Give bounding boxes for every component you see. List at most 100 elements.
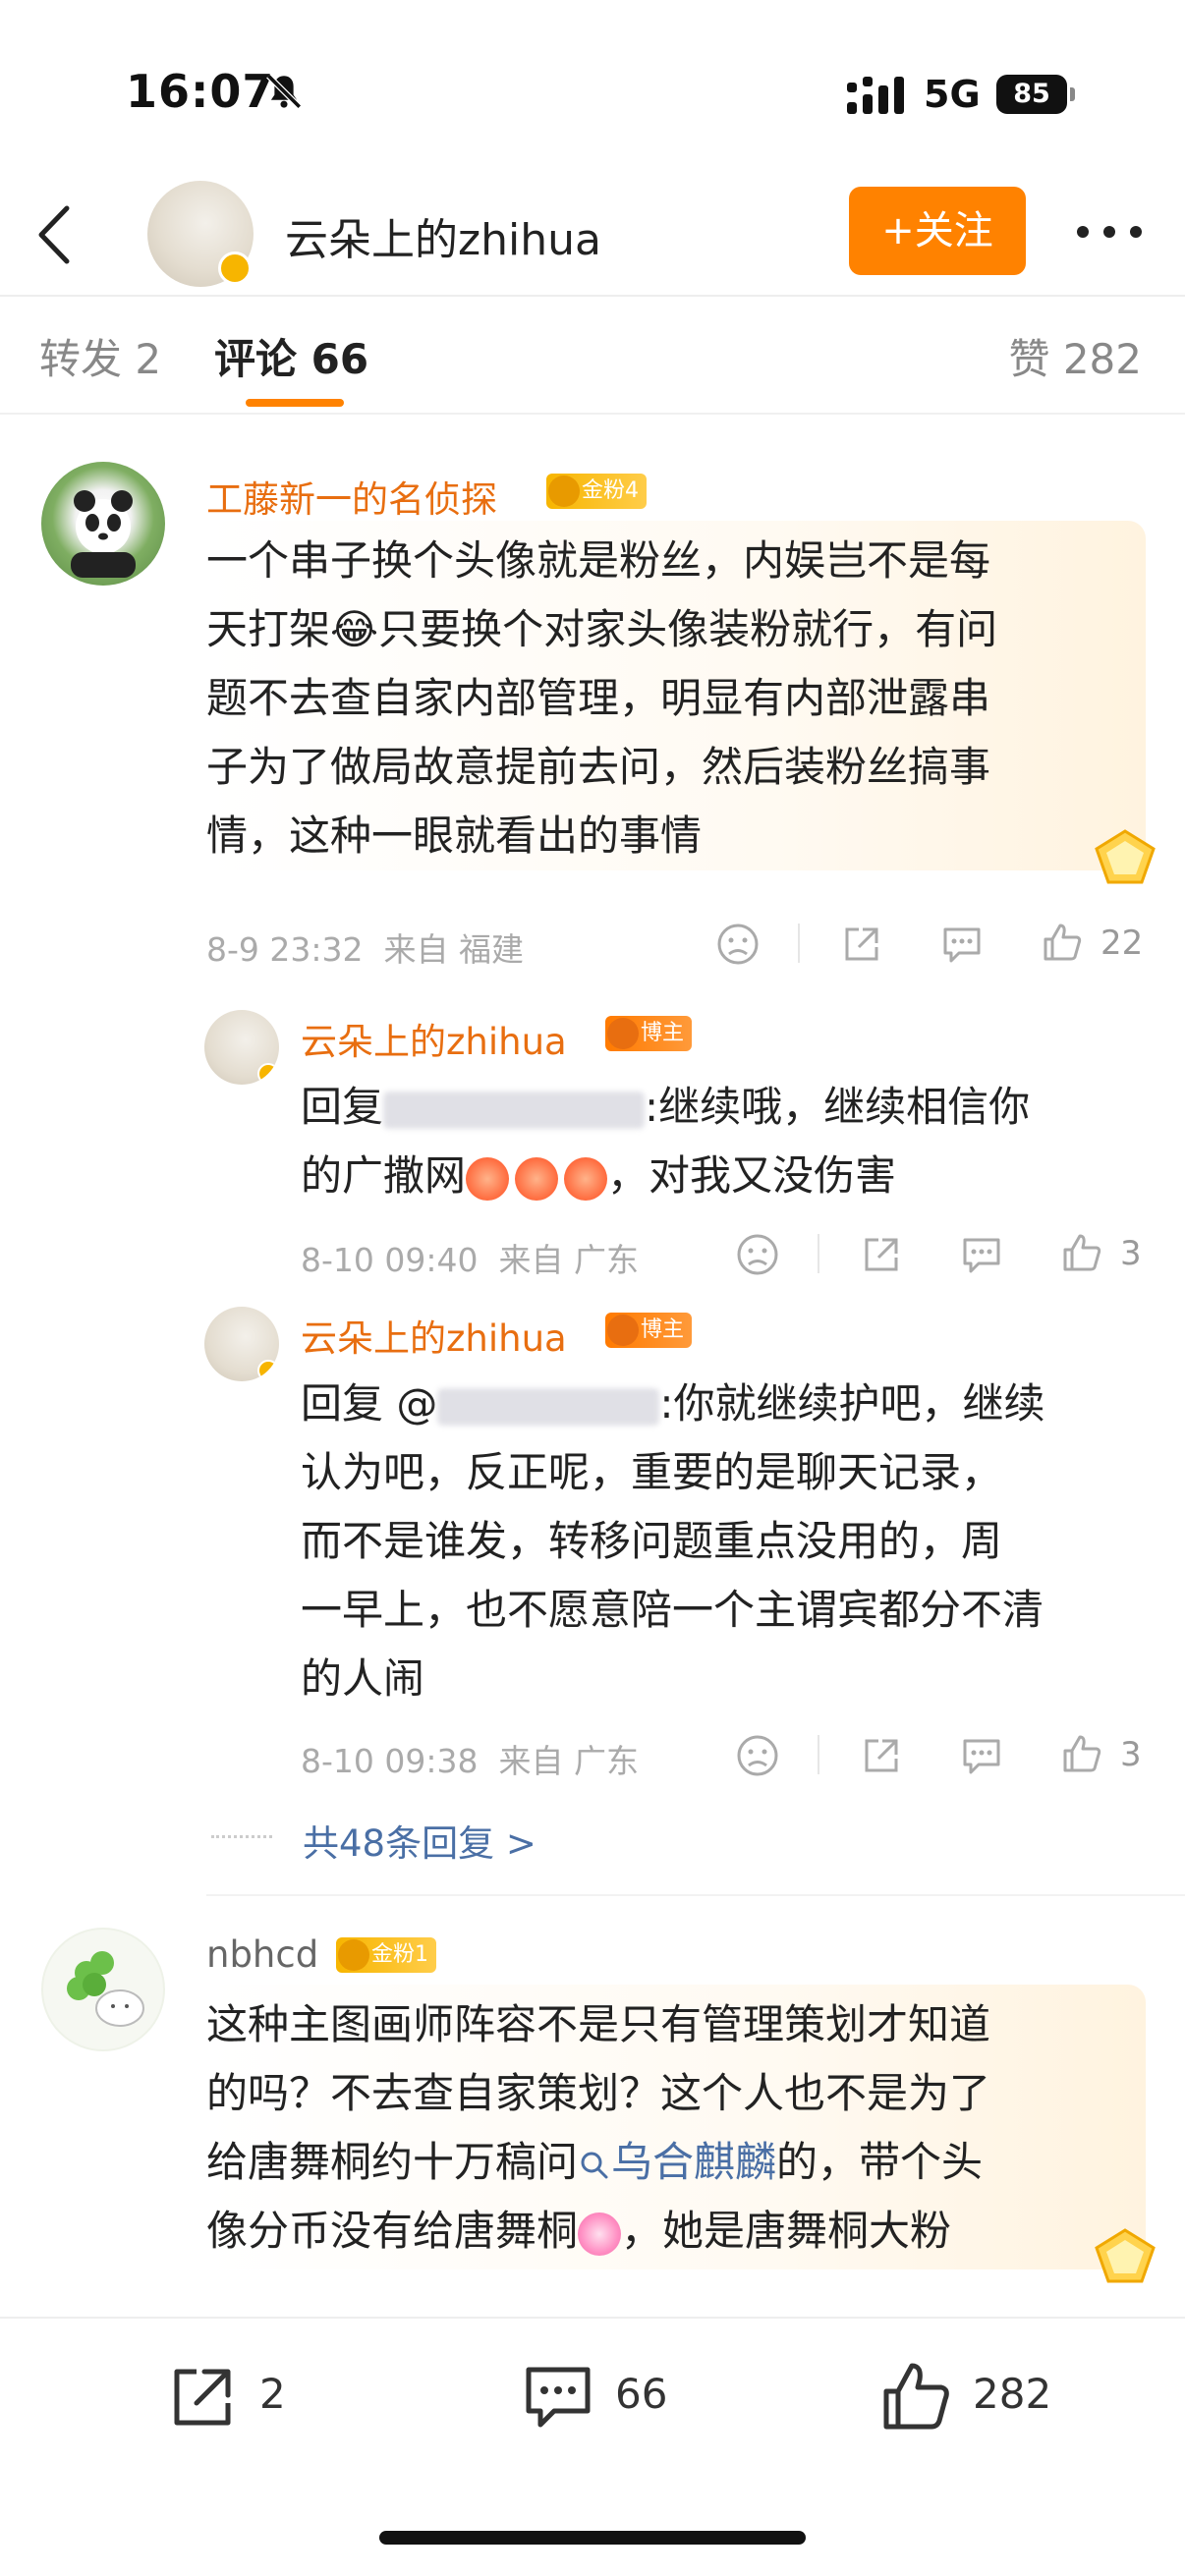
comment-line: 情，这种一眼就看出的事情 — [206, 812, 703, 860]
like-icon[interactable] — [1059, 1230, 1104, 1275]
reply-prefix: 回复 @ — [301, 1379, 438, 1428]
comment-icon[interactable] — [939, 922, 985, 967]
comment-location: 来自 广东 — [498, 1241, 639, 1279]
badge-label: 金粉4 — [582, 478, 639, 503]
gem-icon — [1095, 2228, 1156, 2283]
home-indicator[interactable] — [379, 2531, 806, 2545]
comment-line: 给唐舞桐约十万稿问 乌合麒麟的，带个头 — [206, 2128, 1150, 2197]
badge-label: 博主 — [641, 1317, 685, 1342]
reply-prefix: 回复 — [301, 1083, 384, 1131]
tab-repost[interactable]: 转发 2 — [39, 326, 161, 386]
comment-text-part: 的，带个头 — [776, 2138, 984, 2186]
emoji-icon — [466, 1156, 510, 1201]
profile-header: 云朵上的zhihua +关注 — [0, 177, 1185, 295]
status-bar: 16:07 5G 85 — [0, 0, 1185, 187]
avatar[interactable] — [147, 181, 254, 287]
avatar[interactable] — [41, 462, 165, 586]
header-username[interactable]: 云朵上的zhihua — [285, 204, 601, 267]
reply-line: 而不是谁发，转移问题重点没用的，周 — [301, 1517, 1003, 1565]
reply-text-part: ，对我又没伤害 — [607, 1151, 897, 1200]
repost-count[interactable]: 2 — [259, 2370, 286, 2418]
comment-count[interactable]: 66 — [615, 2370, 667, 2418]
gem-icon — [1095, 829, 1156, 884]
divider — [798, 924, 800, 963]
fan-level-badge[interactable]: 金粉1 — [336, 1937, 436, 1973]
comment-meta: 8-10 09:40 来自 广东 — [301, 1234, 639, 1281]
fan-level-badge[interactable]: 金粉4 — [546, 474, 647, 509]
active-tab-indicator — [246, 399, 344, 407]
comment-line: 这种主图画师阵容不是只有管理策划才知道 — [206, 2000, 991, 2048]
like-count: 3 — [1120, 1735, 1142, 1774]
reply-text: 回复 @ :你就继续护吧，继续 认为吧，反正呢，重要的是聊天记录， 而不是谁发，转… — [301, 1370, 1146, 1713]
comment-text: 这种主图画师阵容不是只有管理策划才知道 的吗？不去查自家策划？这个人也不是为了 … — [206, 1990, 1150, 2266]
comment-icon[interactable] — [519, 2358, 597, 2436]
comment-time: 8-10 09:40 — [301, 1241, 479, 1279]
reply-line: 认为吧，反正呢，重要的是聊天记录， — [301, 1448, 1003, 1496]
bell-slash-icon — [266, 74, 302, 109]
like-count: 22 — [1100, 924, 1144, 963]
avatar[interactable] — [41, 1928, 165, 2051]
more-replies-link[interactable]: 共48条回复 > — [303, 1814, 536, 1867]
like-icon[interactable] — [876, 2358, 955, 2436]
status-time: 16:07 — [126, 65, 275, 118]
blogger-badge[interactable]: 博主 — [605, 1016, 693, 1051]
redacted-mention — [383, 1091, 646, 1129]
back-icon[interactable] — [29, 200, 79, 269]
verified-badge-icon — [257, 1360, 279, 1381]
comment-meta: 8-10 09:38 来自 广东 — [301, 1735, 639, 1782]
comment-line: 题不去查自家内部管理，明显有内部泄露串 — [206, 674, 991, 722]
comment-text-part: 像分币没有给唐舞桐 — [206, 2207, 579, 2255]
reply-text: 回复:继续哦，继续相信你 的广撒网 ，对我又没伤害 — [301, 1073, 1146, 1210]
flower-emoji-icon — [578, 2212, 622, 2256]
tab-bar: 转发 2 评论 66 赞 282 — [0, 297, 1185, 415]
crown-icon — [607, 1018, 639, 1049]
reply-text-part: :你就继续护吧，继续 — [659, 1379, 1045, 1428]
comment-username[interactable]: 工藤新一的名侦探 — [206, 470, 497, 523]
emoji-icon — [564, 1156, 608, 1201]
comment-username[interactable]: nbhcd — [206, 1933, 318, 1976]
share-icon[interactable] — [859, 1232, 904, 1277]
panda-icon — [71, 490, 136, 578]
blogger-badge[interactable]: 博主 — [605, 1313, 693, 1348]
badge-label: 金粉1 — [371, 1942, 428, 1967]
like-count: 3 — [1120, 1234, 1142, 1273]
verified-badge-icon — [218, 252, 252, 285]
avatar[interactable] — [204, 1010, 279, 1085]
topic-link[interactable]: 乌合麒麟 — [578, 2138, 776, 2186]
comment-line: 的吗？不去查自家策划？这个人也不是为了 — [206, 2069, 991, 2117]
comment-line: 子为了做局故意提前去问，然后装粉丝搞事 — [206, 743, 991, 791]
share-icon[interactable] — [163, 2358, 242, 2436]
comment-text: 一个串子换个头像就是粉丝，内娱岂不是每 天打架😂只要换个对家头像装粉就行，有问 … — [206, 527, 1150, 870]
dislike-icon[interactable] — [735, 1232, 780, 1277]
tab-comment[interactable]: 评论 66 — [214, 326, 368, 386]
reply-text-part: :继续哦，继续相信你 — [645, 1083, 1031, 1131]
network-type: 5G — [924, 73, 981, 116]
comment-line: 像分币没有给唐舞桐 ，她是唐舞桐大粉 — [206, 2197, 1150, 2266]
share-icon[interactable] — [839, 922, 884, 967]
comment-icon[interactable] — [959, 1733, 1004, 1778]
signal-icon — [847, 77, 904, 114]
crown-icon — [607, 1315, 639, 1346]
more-icon[interactable] — [1073, 212, 1146, 252]
tab-like[interactable]: 赞 282 — [1008, 326, 1142, 386]
divider — [818, 1234, 819, 1273]
dislike-icon[interactable] — [735, 1733, 780, 1778]
reply-line: 一早上，也不愿意陪一个主谓宾都分不清 — [301, 1586, 1044, 1634]
comment-icon[interactable] — [959, 1232, 1004, 1277]
comment-username[interactable]: 云朵上的zhihua — [301, 1309, 567, 1362]
avatar[interactable] — [204, 1307, 279, 1381]
like-count[interactable]: 282 — [973, 2370, 1051, 2418]
divider — [818, 1735, 819, 1774]
dislike-icon[interactable] — [715, 922, 761, 967]
comment-line: 一个串子换个头像就是粉丝，内娱岂不是每 — [206, 536, 991, 585]
comment-username[interactable]: 云朵上的zhihua — [301, 1012, 567, 1065]
crown-icon — [548, 476, 580, 507]
comment-time: 8-10 09:38 — [301, 1742, 479, 1780]
emoji-icon — [515, 1156, 559, 1201]
topic-link-label: 乌合麒麟 — [611, 2138, 777, 2186]
share-icon[interactable] — [859, 1733, 904, 1778]
like-icon[interactable] — [1040, 920, 1085, 965]
like-icon[interactable] — [1059, 1731, 1104, 1776]
follow-button[interactable]: +关注 — [849, 187, 1026, 275]
reply-line: 回复 :继续哦，继续相信你 — [301, 1073, 1146, 1142]
